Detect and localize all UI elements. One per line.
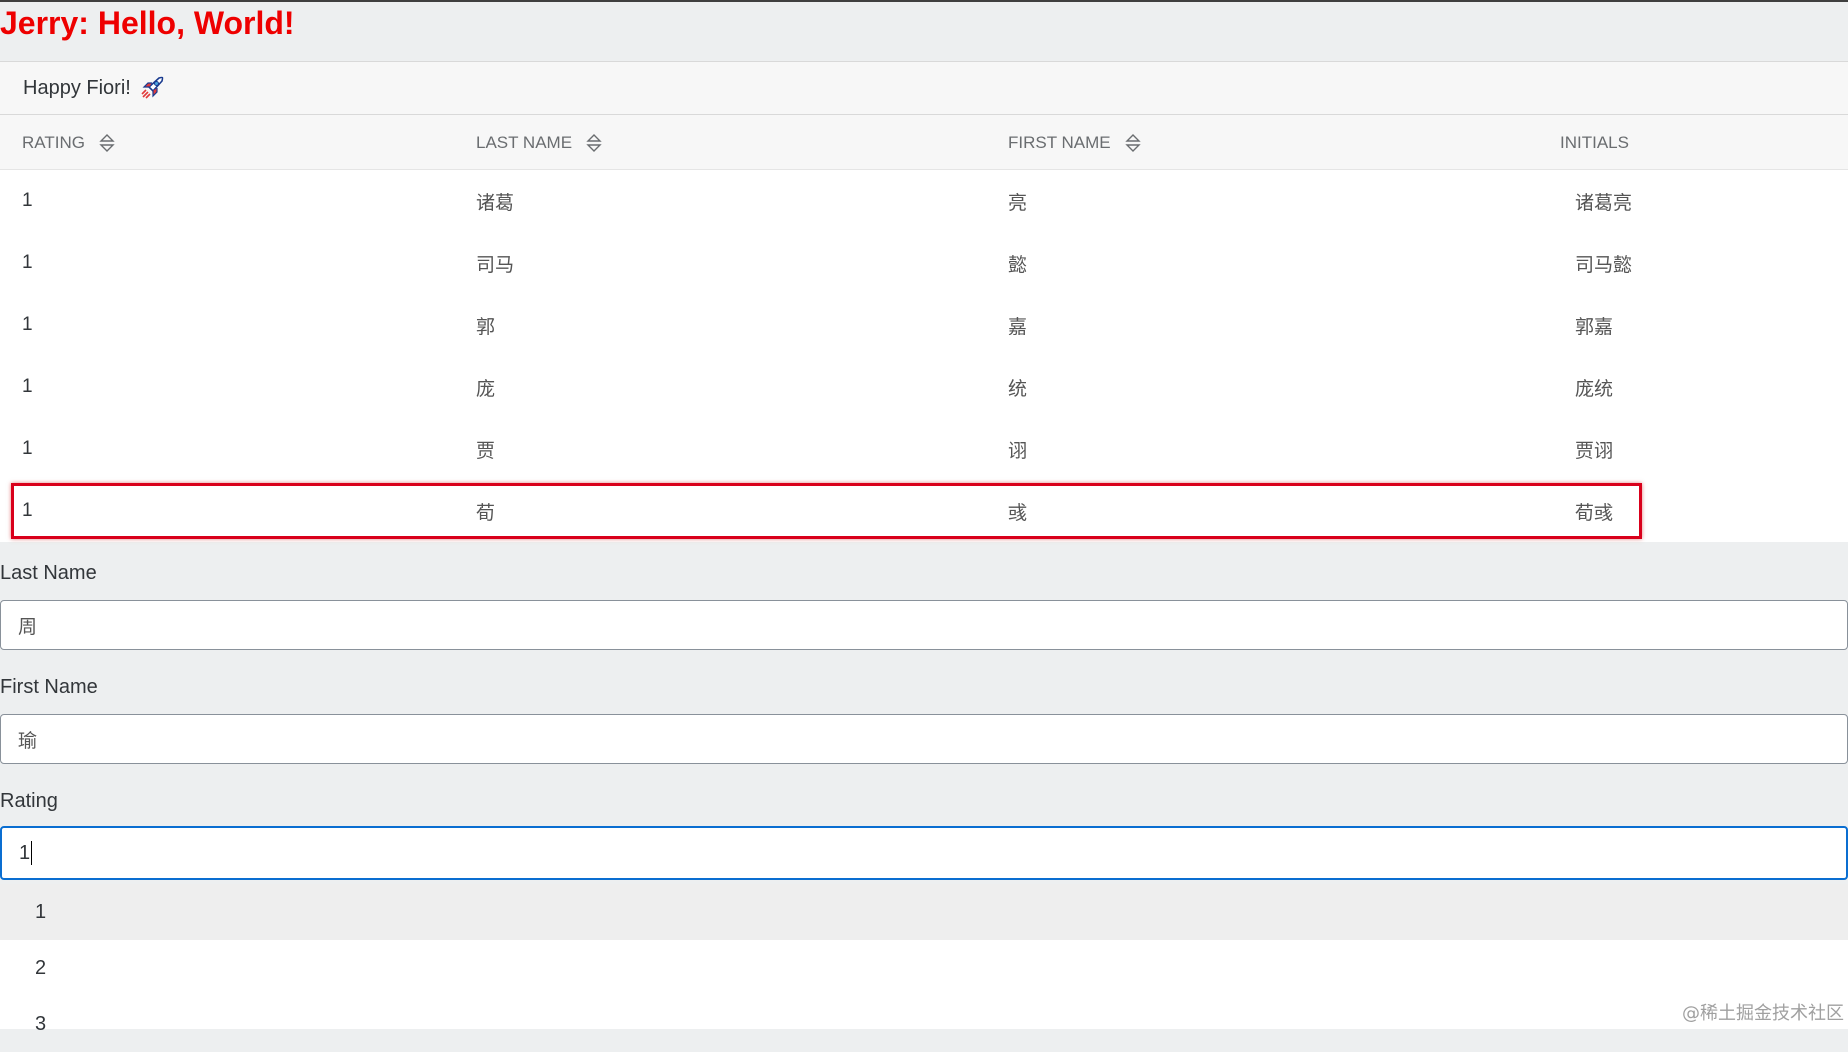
toolbar: Happy Fiori! xyxy=(0,61,1848,115)
first-name-value: 瑜 xyxy=(18,729,38,752)
rating-label: Rating xyxy=(0,790,58,812)
column-header-last-name[interactable]: LAST NAME xyxy=(476,115,602,170)
column-header-rating[interactable]: RATING xyxy=(22,115,115,170)
cell-rating: 1 xyxy=(22,376,33,397)
table-row[interactable]: 1 郭 嘉 郭嘉 xyxy=(0,294,1848,356)
cell-rating: 1 xyxy=(22,190,33,211)
column-header-first-name[interactable]: FIRST NAME xyxy=(1008,115,1141,170)
cell-initials: 庞统 xyxy=(1575,377,1614,400)
cell-initials: 诸葛亮 xyxy=(1575,191,1633,214)
rating-input[interactable]: 1 xyxy=(0,826,1848,880)
cell-initials: 荀彧 xyxy=(1575,501,1614,524)
cell-rating: 1 xyxy=(22,252,33,273)
first-name-input[interactable]: 瑜 xyxy=(0,714,1848,764)
cell-last-name: 荀 xyxy=(476,501,496,524)
cell-initials: 司马懿 xyxy=(1575,253,1633,276)
table-row[interactable]: 1 庞 统 庞统 xyxy=(0,356,1848,418)
sort-icon[interactable] xyxy=(586,133,602,152)
cell-last-name: 庞 xyxy=(476,377,496,400)
cell-first-name: 亮 xyxy=(1008,191,1028,214)
table-row[interactable]: 1 司马 懿 司马懿 xyxy=(0,232,1848,294)
cell-first-name: 诩 xyxy=(1008,439,1028,462)
last-name-value: 周 xyxy=(18,615,38,638)
people-table: RATING LAST NAME FIRST NAME INITIALS 1 诸… xyxy=(0,115,1848,542)
cell-first-name: 统 xyxy=(1008,377,1028,400)
cell-initials: 郭嘉 xyxy=(1575,315,1614,338)
sort-icon[interactable] xyxy=(1124,133,1141,152)
column-header-initials: INITIALS xyxy=(1560,132,1629,152)
cell-last-name: 诸葛 xyxy=(476,191,515,214)
suggestion-item[interactable]: 2 xyxy=(0,940,1848,996)
cell-last-name: 贾 xyxy=(476,439,496,462)
table-row-highlighted[interactable]: 1 荀 彧 荀彧 xyxy=(0,480,1848,542)
table-row[interactable]: 1 诸葛 亮 诸葛亮 xyxy=(0,170,1848,232)
last-name-label: Last Name xyxy=(0,562,97,584)
sort-icon[interactable] xyxy=(99,133,115,152)
rating-suggestions-list: 1 2 3 xyxy=(0,884,1848,1035)
table-row[interactable]: 1 贾 诩 贾诩 xyxy=(0,418,1848,480)
toolbar-title: Happy Fiori! xyxy=(23,76,131,99)
first-name-label: First Name xyxy=(0,676,98,698)
suggestion-item[interactable]: 1 xyxy=(0,884,1848,940)
page-title: Jerry: Hello, World! xyxy=(0,5,295,41)
table-header: RATING LAST NAME FIRST NAME INITIALS xyxy=(0,115,1848,170)
cell-first-name: 嘉 xyxy=(1008,315,1028,338)
rocket-icon xyxy=(139,75,165,101)
cell-last-name: 郭 xyxy=(476,315,496,338)
cell-first-name: 懿 xyxy=(1008,253,1028,276)
suggestion-item[interactable]: 3 xyxy=(0,996,1848,1052)
last-name-input[interactable]: 周 xyxy=(0,600,1848,650)
cell-last-name: 司马 xyxy=(476,253,515,276)
watermark: @稀土掘金技术社区 xyxy=(1682,1003,1844,1024)
cell-rating: 1 xyxy=(22,438,33,459)
cell-rating: 1 xyxy=(22,314,33,335)
cell-initials: 贾诩 xyxy=(1575,439,1614,462)
cell-rating: 1 xyxy=(22,500,33,521)
cell-first-name: 彧 xyxy=(1008,501,1028,524)
text-caret xyxy=(31,841,33,865)
top-border xyxy=(0,0,1848,2)
rating-value: 1 xyxy=(19,841,31,864)
